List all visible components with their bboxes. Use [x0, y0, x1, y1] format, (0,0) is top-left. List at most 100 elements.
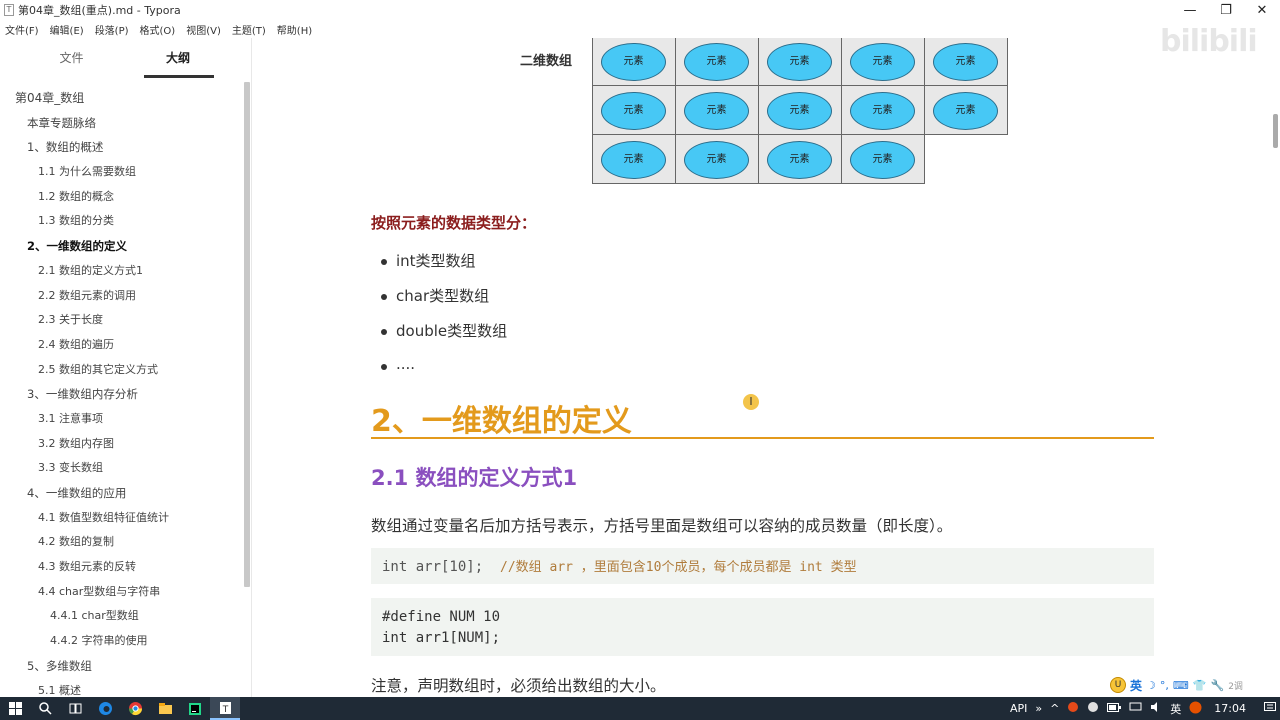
outline-item[interactable]: 1.3 数组的分类 [0, 209, 244, 234]
grid-cell: 元素 [675, 85, 759, 135]
grid-cell: 元素 [592, 38, 676, 86]
outline-list: 第04章_数组 本章专题脉络 1、数组的概述 1.1 为什么需要数组 1.2 数组的概念… [0, 86, 244, 703]
svg-text:T: T [221, 705, 228, 715]
sidebar: 文件 大纲 第04章_数组 本章专题脉络 1、数组的概述 1.1 为什么需要数组 1.2… [0, 38, 252, 700]
menu-bar: 文件(F) 编辑(E) 段落(P) 格式(O) 视图(V) 主题(T) 帮助(H… [0, 20, 1280, 38]
search-icon[interactable] [30, 697, 60, 720]
ime-language[interactable]: 英 [1130, 677, 1142, 694]
tab-outline[interactable]: 大纲 [143, 38, 213, 80]
start-icon[interactable] [0, 697, 30, 720]
grid-cell: 元素 [841, 38, 925, 86]
taskbar: T API » ^ 英 17:04 [0, 697, 1280, 720]
outline-item[interactable]: 第04章_数组 [0, 86, 244, 111]
tray-overflow-icon[interactable]: ^ [1050, 702, 1059, 715]
edge-icon[interactable] [90, 697, 120, 720]
menu-file[interactable]: 文件(F) [5, 22, 39, 37]
element-ellipse: 元素 [850, 141, 915, 179]
outline-item[interactable]: 4.3 数组元素的反转 [0, 555, 244, 580]
file-explorer-icon[interactable] [150, 697, 180, 720]
keyboard-icon[interactable]: ⌨ [1173, 679, 1189, 692]
element-ellipse: 元素 [850, 43, 915, 81]
list-item: char类型数组 [381, 285, 507, 320]
outline-item[interactable]: 2.2 数组元素的调用 [0, 284, 244, 309]
punctuation-icon[interactable]: °, [1160, 679, 1169, 692]
skin-icon[interactable]: 👕 [1193, 679, 1207, 692]
ime-toolbar: U 英 ☽ °, ⌨ 👕 🔧 2调 [1110, 676, 1243, 694]
tab-files[interactable]: 文件 [0, 38, 143, 80]
outline-item[interactable]: 3.2 数组内存图 [0, 432, 244, 457]
menu-view[interactable]: 视图(V) [186, 22, 221, 37]
editor-scrollbar[interactable] [1273, 114, 1278, 148]
paragraph: 数组通过变量名后加方括号表示，方括号里面是数组可以容纳的成员数量（即长度）。 [371, 517, 953, 535]
grid-cell: 元素 [758, 85, 842, 135]
outline-item[interactable]: 3.3 变长数组 [0, 456, 244, 481]
element-ellipse: 元素 [684, 43, 749, 81]
outline-item[interactable]: 4.1 数值型数组特征值统计 [0, 506, 244, 531]
element-ellipse: 元素 [767, 43, 832, 81]
sidebar-scrollbar[interactable] [244, 82, 250, 587]
code-comment: //数组 arr ，里面包含10个成员，每个成员都是 int 类型 [500, 560, 857, 575]
app-tray-icon[interactable] [1067, 701, 1079, 716]
chrome-icon[interactable] [120, 697, 150, 720]
maximize-button[interactable]: ❐ [1208, 3, 1244, 18]
element-ellipse: 元素 [933, 92, 998, 130]
outline-item[interactable]: 4.4.2 字符串的使用 [0, 629, 244, 654]
ime-logo-icon[interactable]: U [1110, 677, 1126, 693]
outline-item[interactable]: 2.1 数组的定义方式1 [0, 259, 244, 284]
minimize-button[interactable]: — [1172, 3, 1208, 18]
outline-item[interactable]: 4.4 char型数组与字符串 [0, 580, 244, 605]
moon-icon[interactable]: ☽ [1146, 679, 1156, 692]
wrench-icon[interactable]: 🔧 [1210, 679, 1224, 692]
input-language[interactable]: 英 [1170, 701, 1181, 717]
outline-item[interactable]: 1、数组的概述 [0, 135, 244, 160]
outline-item[interactable]: 5、多维数组 [0, 654, 244, 679]
bilibili-watermark: bilibili [1160, 24, 1258, 59]
grid-cell: 元素 [592, 85, 676, 135]
menu-format[interactable]: 格式(O) [140, 22, 176, 37]
sogou-icon[interactable] [1189, 701, 1202, 717]
app-tray-icon[interactable] [1087, 701, 1099, 716]
outline-item[interactable]: 4.2 数组的复制 [0, 530, 244, 555]
element-ellipse: 元素 [684, 141, 749, 179]
battery-icon[interactable] [1107, 702, 1122, 715]
grid-cell: 元素 [675, 134, 759, 184]
typora-icon[interactable]: T [210, 697, 240, 720]
api-label[interactable]: API [1010, 702, 1027, 715]
outline-item[interactable]: 3.1 注意事项 [0, 407, 244, 432]
outline-item[interactable]: 本章专题脉络 [0, 111, 244, 136]
volume-icon[interactable] [1150, 702, 1162, 715]
heading-underline [371, 437, 1154, 439]
outline-item[interactable]: 2.5 数组的其它定义方式 [0, 358, 244, 383]
editor-content[interactable]: 二维数组 元素 元素 元素 元素 元素 元素 元素 元素 元素 元素 元素 元素 元素 元素 按照元素的数… [253, 38, 1280, 700]
menu-edit[interactable]: 编辑(E) [50, 22, 84, 37]
window-title: 第04章_数组(重点).md - Typora [18, 4, 181, 17]
tray-expand-icon[interactable]: » [1035, 702, 1042, 715]
element-ellipse: 元素 [601, 43, 666, 81]
outline-item[interactable]: 2、一维数组的定义 [0, 234, 244, 259]
outline-item[interactable]: 1.1 为什么需要数组 [0, 160, 244, 185]
outline-item[interactable]: 4.4.1 char型数组 [0, 604, 244, 629]
ime-extra: 2调 [1228, 681, 1243, 692]
outline-item[interactable]: 2.4 数组的遍历 [0, 333, 244, 358]
pycharm-icon[interactable] [180, 697, 210, 720]
outline-item[interactable]: 2.3 关于长度 [0, 308, 244, 333]
type-bullet-list: int类型数组 char类型数组 double类型数组 .... [381, 250, 507, 390]
outline-item[interactable]: 4、一维数组的应用 [0, 481, 244, 506]
note-paragraph: 注意，声明数组时，必须给出数组的大小。 [371, 677, 666, 695]
code-block[interactable]: #define NUM 10 int arr1[NUM]; [371, 598, 1154, 656]
clock[interactable]: 17:04 [1214, 702, 1246, 715]
close-button[interactable]: ✕ [1244, 3, 1280, 18]
menu-help[interactable]: 帮助(H) [277, 22, 312, 37]
notification-icon[interactable] [1264, 701, 1276, 716]
outline-item[interactable]: 1.2 数组的概念 [0, 185, 244, 210]
task-view-icon[interactable] [60, 697, 90, 720]
list-item: double类型数组 [381, 320, 507, 355]
menu-theme[interactable]: 主题(T) [232, 22, 266, 37]
code-block[interactable]: int arr[10]; //数组 arr ，里面包含10个成员，每个成员都是 … [371, 548, 1154, 584]
grid-label: 二维数组 [520, 54, 573, 69]
code-line: int arr1[NUM]; [382, 630, 501, 646]
network-icon[interactable] [1129, 702, 1142, 715]
list-item: .... [381, 355, 507, 390]
outline-item[interactable]: 3、一维数组内存分析 [0, 382, 244, 407]
menu-paragraph[interactable]: 段落(P) [95, 22, 129, 37]
